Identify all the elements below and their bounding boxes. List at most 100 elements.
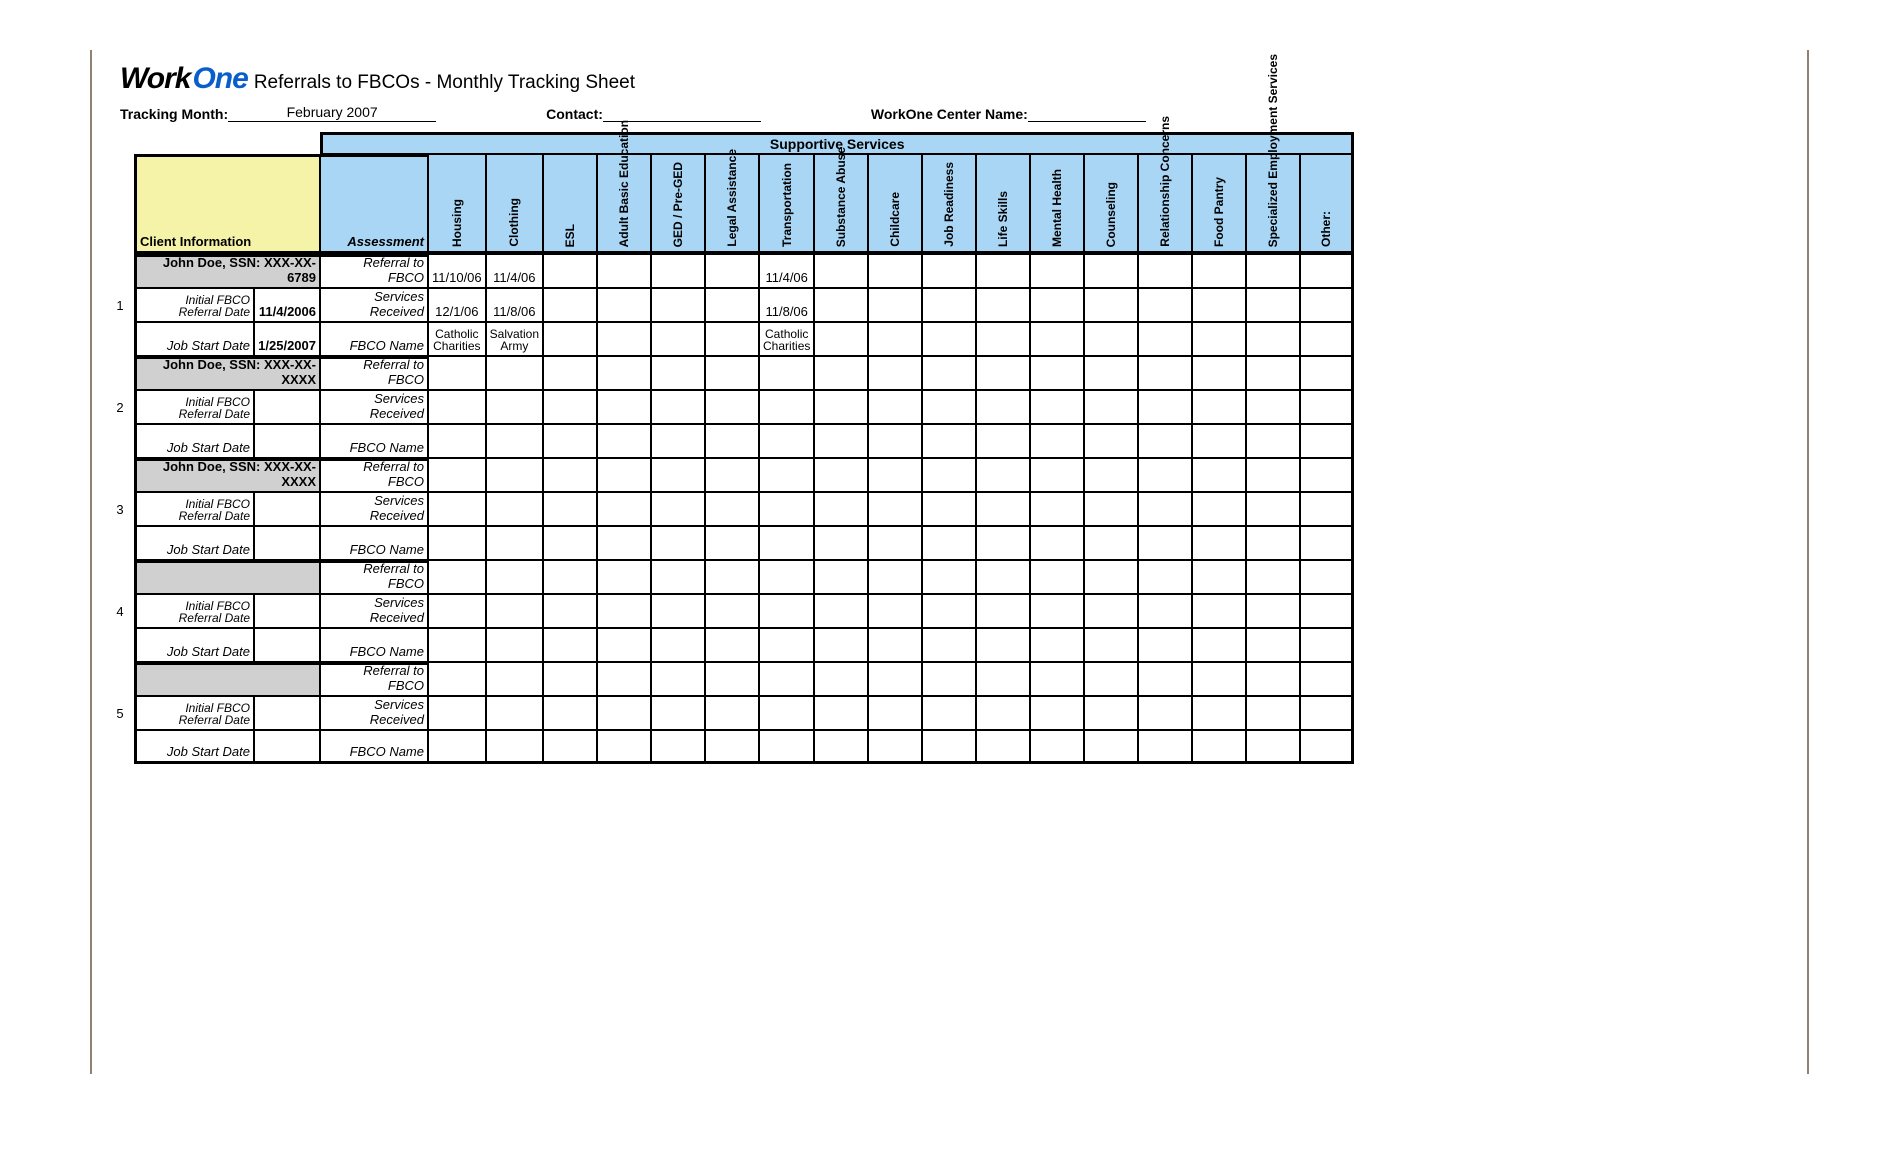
data-cell[interactable] — [976, 458, 1030, 492]
data-cell[interactable] — [1246, 356, 1300, 390]
data-cell[interactable] — [1138, 390, 1192, 424]
data-cell[interactable] — [543, 356, 597, 390]
data-cell[interactable] — [705, 594, 759, 628]
data-cell[interactable] — [1084, 254, 1138, 288]
data-cell[interactable] — [1300, 662, 1354, 696]
data-cell[interactable] — [1192, 390, 1246, 424]
data-cell[interactable] — [1084, 288, 1138, 322]
data-cell[interactable] — [651, 662, 705, 696]
data-cell[interactable] — [1192, 696, 1246, 730]
data-cell[interactable] — [814, 322, 868, 356]
data-cell[interactable] — [651, 390, 705, 424]
data-cell[interactable] — [651, 356, 705, 390]
data-cell[interactable] — [543, 730, 597, 764]
data-cell[interactable] — [597, 424, 651, 458]
data-cell[interactable] — [868, 662, 922, 696]
data-cell[interactable] — [543, 628, 597, 662]
data-cell[interactable] — [1192, 322, 1246, 356]
data-cell[interactable] — [1192, 424, 1246, 458]
data-cell[interactable] — [651, 696, 705, 730]
data-cell[interactable] — [705, 730, 759, 764]
data-cell[interactable] — [705, 628, 759, 662]
data-cell[interactable]: 12/1/06 — [428, 288, 486, 322]
data-cell[interactable] — [597, 526, 651, 560]
data-cell[interactable] — [543, 322, 597, 356]
data-cell[interactable] — [1300, 560, 1354, 594]
data-cell[interactable] — [1030, 696, 1084, 730]
data-cell[interactable] — [1084, 594, 1138, 628]
data-cell[interactable] — [814, 390, 868, 424]
data-cell[interactable]: 11/4/06 — [759, 254, 814, 288]
data-cell[interactable] — [1300, 322, 1354, 356]
data-cell[interactable] — [597, 288, 651, 322]
data-cell[interactable] — [868, 526, 922, 560]
data-cell[interactable] — [1084, 390, 1138, 424]
data-cell[interactable] — [651, 254, 705, 288]
data-cell[interactable] — [651, 560, 705, 594]
job-start-date[interactable]: 1/25/2007 — [254, 322, 320, 356]
data-cell[interactable] — [543, 696, 597, 730]
data-cell[interactable] — [543, 424, 597, 458]
data-cell[interactable] — [651, 458, 705, 492]
data-cell[interactable] — [868, 560, 922, 594]
data-cell[interactable] — [1192, 594, 1246, 628]
data-cell[interactable] — [1138, 526, 1192, 560]
data-cell[interactable] — [1192, 356, 1246, 390]
data-cell[interactable] — [868, 424, 922, 458]
data-cell[interactable] — [868, 492, 922, 526]
data-cell[interactable] — [651, 322, 705, 356]
data-cell[interactable] — [1138, 458, 1192, 492]
data-cell[interactable] — [705, 662, 759, 696]
data-cell[interactable] — [705, 390, 759, 424]
data-cell[interactable] — [651, 594, 705, 628]
data-cell[interactable] — [651, 424, 705, 458]
data-cell[interactable] — [543, 288, 597, 322]
data-cell[interactable] — [428, 662, 486, 696]
data-cell[interactable] — [543, 594, 597, 628]
data-cell[interactable] — [1138, 730, 1192, 764]
data-cell[interactable] — [1300, 458, 1354, 492]
data-cell[interactable] — [705, 458, 759, 492]
data-cell[interactable] — [597, 730, 651, 764]
data-cell[interactable] — [759, 730, 814, 764]
data-cell[interactable] — [1246, 730, 1300, 764]
data-cell[interactable]: SalvationArmy — [486, 322, 543, 356]
data-cell[interactable] — [543, 254, 597, 288]
data-cell[interactable] — [868, 322, 922, 356]
data-cell[interactable] — [705, 424, 759, 458]
job-start-date[interactable] — [254, 526, 320, 560]
client-name-ssn[interactable] — [134, 560, 320, 594]
data-cell[interactable] — [486, 560, 543, 594]
data-cell[interactable] — [597, 390, 651, 424]
data-cell[interactable] — [976, 390, 1030, 424]
data-cell[interactable] — [868, 628, 922, 662]
data-cell[interactable] — [976, 628, 1030, 662]
data-cell[interactable] — [651, 526, 705, 560]
data-cell[interactable] — [1030, 424, 1084, 458]
data-cell[interactable] — [1030, 492, 1084, 526]
data-cell[interactable] — [922, 390, 976, 424]
data-cell[interactable] — [1192, 526, 1246, 560]
data-cell[interactable] — [814, 730, 868, 764]
data-cell[interactable] — [976, 594, 1030, 628]
data-cell[interactable] — [486, 492, 543, 526]
data-cell[interactable] — [543, 662, 597, 696]
data-cell[interactable] — [868, 288, 922, 322]
data-cell[interactable] — [1084, 424, 1138, 458]
data-cell[interactable] — [486, 424, 543, 458]
referral-date[interactable] — [254, 390, 320, 424]
data-cell[interactable] — [1300, 288, 1354, 322]
data-cell[interactable] — [1084, 730, 1138, 764]
data-cell[interactable] — [705, 322, 759, 356]
data-cell[interactable] — [976, 560, 1030, 594]
data-cell[interactable] — [705, 254, 759, 288]
referral-date[interactable] — [254, 492, 320, 526]
data-cell[interactable] — [1300, 594, 1354, 628]
data-cell[interactable] — [759, 458, 814, 492]
data-cell[interactable] — [1030, 662, 1084, 696]
data-cell[interactable] — [1300, 356, 1354, 390]
data-cell[interactable] — [1300, 254, 1354, 288]
data-cell[interactable] — [651, 288, 705, 322]
data-cell[interactable] — [976, 424, 1030, 458]
data-cell[interactable] — [428, 628, 486, 662]
